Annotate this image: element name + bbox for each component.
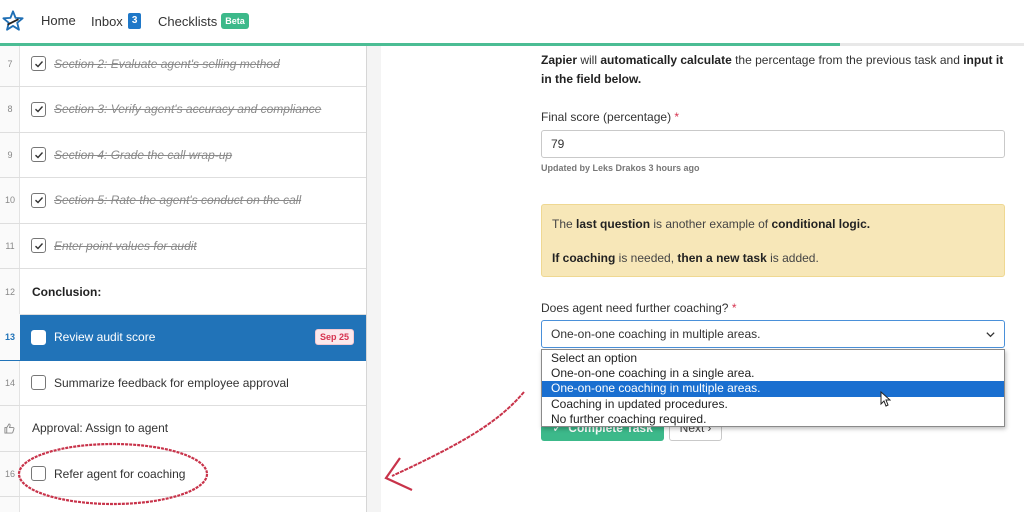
updated-note: Updated by Leks Drakos 3 hours ago	[541, 163, 700, 173]
bold-text: then a new task	[677, 251, 767, 265]
inbox-count-badge: 3	[127, 13, 142, 29]
task-row[interactable]: 11 Enter point values for audit	[0, 223, 366, 270]
task-row[interactable]: 8 Section 3: Verify agent's accuracy and …	[0, 87, 366, 133]
text: will	[577, 53, 601, 67]
task-row[interactable]: 7 Section 2: Evaluate agent's selling met…	[0, 41, 366, 87]
coaching-select-value: One-on-one coaching in multiple areas.	[551, 327, 761, 341]
task-list: 7 Section 2: Evaluate agent's selling met…	[0, 46, 367, 512]
panel-separator	[367, 46, 381, 512]
mouse-cursor-icon	[880, 391, 891, 407]
nav-checklists-label: Checklists	[158, 13, 218, 29]
task-number: 16	[4, 468, 15, 479]
task-label: Section 4: Grade the call wrap-up	[54, 147, 233, 162]
dropdown-option[interactable]: One-on-one coaching in a single area.	[542, 366, 1004, 381]
dropdown-option[interactable]: No further coaching required.	[542, 412, 1004, 427]
task-label: Review audit score	[54, 330, 156, 345]
bold-text: automatically calculate	[600, 53, 732, 67]
final-score-input[interactable]: 79	[541, 130, 1005, 158]
text: The	[552, 217, 577, 231]
task-checkbox[interactable]	[31, 56, 46, 71]
task-number: 14	[4, 377, 15, 388]
star-logo-icon[interactable]	[2, 10, 24, 32]
task-label: Section 5: Rate the agent's conduct on t…	[54, 193, 302, 208]
task-label: Summarize feedback for employee approval	[54, 375, 289, 390]
chevron-down-icon	[986, 332, 995, 338]
callout-line-2: If coaching is needed, then a new task i…	[552, 250, 994, 266]
task-row[interactable]: 10 Section 5: Rate the agent's conduct on…	[0, 178, 366, 224]
task-checkbox[interactable]	[31, 238, 46, 254]
task-number: 8	[7, 104, 13, 115]
task-checkbox[interactable]	[31, 466, 46, 482]
annotation-arrow	[391, 391, 525, 477]
task-label: Enter point values for audit	[54, 238, 197, 253]
text: the percentage from the previous task an…	[731, 53, 964, 67]
beta-badge: Beta	[221, 13, 249, 29]
task-checkbox[interactable]	[31, 147, 46, 163]
text: is needed,	[615, 251, 678, 265]
bold-text: conditional logic.	[771, 217, 871, 231]
intro-text: Zapier will automatically calculate the …	[541, 51, 1005, 89]
dropdown-option[interactable]: Select an option	[542, 351, 1004, 366]
nav-home[interactable]: Home	[41, 13, 76, 28]
thumbs-up-icon	[4, 423, 15, 434]
task-number: 10	[4, 195, 15, 206]
required-asterisk: *	[731, 301, 737, 315]
task-row[interactable]: 14 Summarize feedback for employee approv…	[0, 360, 366, 407]
task-label: Section 3: Verify agent's accuracy and c…	[54, 102, 322, 117]
nav-checklists[interactable]: Checklists Beta	[158, 13, 249, 29]
callout-line-1: The last question is another example of …	[552, 216, 994, 232]
final-score-label: Final score (percentage) *	[541, 110, 680, 124]
task-number: 9	[7, 149, 13, 160]
task-number: 13	[0, 314, 20, 361]
dropdown-option[interactable]: One-on-one coaching in multiple areas.	[542, 381, 1004, 397]
top-navigation: Home Inbox 3 Checklists Beta	[0, 0, 1024, 44]
nav-home-label: Home	[41, 13, 76, 28]
info-callout: The last question is another example of …	[541, 204, 1005, 277]
task-number: 11	[5, 240, 15, 251]
text: is added.	[766, 251, 819, 265]
task-label: Conclusion:	[32, 284, 102, 299]
task-number: 12	[4, 286, 15, 297]
task-checkbox[interactable]	[31, 192, 46, 208]
coaching-select[interactable]: One-on-one coaching in multiple areas.	[541, 320, 1005, 348]
task-row[interactable]: 13 Review audit score Sep 25	[0, 314, 366, 361]
task-row[interactable]: 12 Conclusion:	[0, 269, 366, 315]
task-row[interactable]: 9 Section 4: Grade the call wrap-up	[0, 132, 366, 179]
task-row[interactable]: Approval: Assign to agent	[0, 406, 366, 452]
dropdown-option[interactable]: Coaching in updated procedures.	[542, 397, 1004, 412]
task-checkbox[interactable]	[31, 375, 46, 391]
task-checkbox[interactable]	[31, 101, 46, 117]
task-label: Section 2: Evaluate agent's selling meth…	[54, 56, 280, 71]
bold-text: If coaching	[552, 251, 616, 265]
task-row[interactable]: 16 Refer agent for coaching	[0, 451, 366, 498]
bold-text: last question	[576, 217, 651, 231]
task-label: Approval: Assign to agent	[32, 421, 169, 436]
task-label: Refer agent for coaching	[54, 466, 186, 481]
due-date-badge: Sep 25	[314, 329, 354, 346]
text: is another example of	[650, 217, 772, 231]
nav-inbox[interactable]: Inbox 3	[91, 13, 142, 29]
task-checkbox[interactable]	[31, 329, 46, 345]
task-number: 7	[7, 58, 13, 69]
coaching-question-label: Does agent need further coaching? *	[541, 301, 737, 315]
nav-inbox-label: Inbox	[91, 13, 123, 29]
annotation-arrowhead	[384, 457, 413, 491]
required-asterisk: *	[674, 110, 680, 124]
coaching-options-dropdown: Select an option One-on-one coaching in a…	[541, 349, 1005, 427]
bold-text: Zapier	[541, 53, 578, 67]
